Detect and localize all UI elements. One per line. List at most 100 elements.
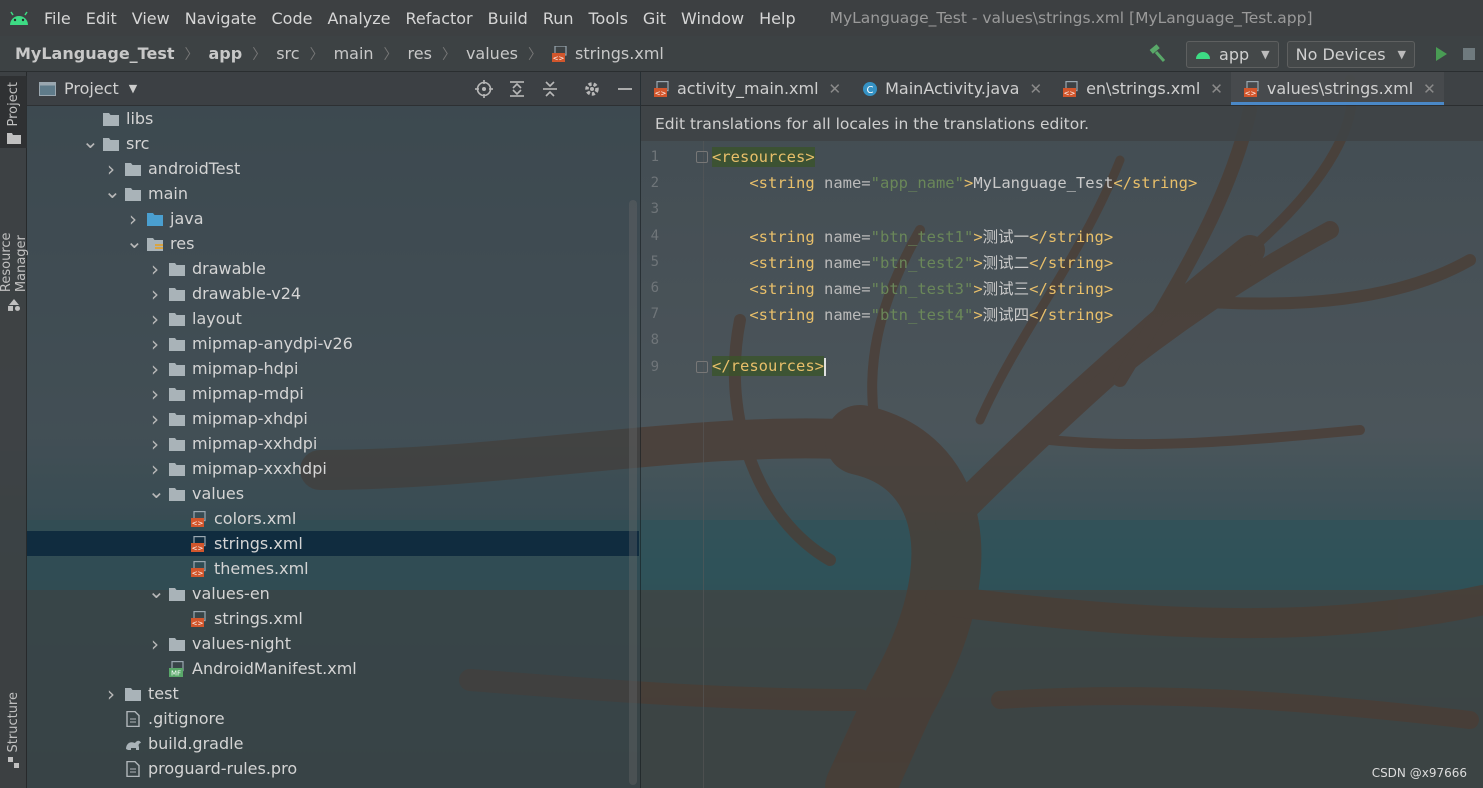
menu-code[interactable]: Code: [272, 9, 313, 28]
chevron-down-icon[interactable]: ⌄: [148, 581, 165, 601]
breadcrumb-project[interactable]: MyLanguage_Test: [15, 44, 175, 63]
menu-edit[interactable]: Edit: [86, 9, 117, 28]
code-line[interactable]: 3: [641, 196, 1483, 222]
chevron-right-icon[interactable]: ›: [104, 684, 118, 704]
project-view-selector[interactable]: Project: [64, 79, 119, 98]
editor-tab[interactable]: C MainActivity.java ✕: [849, 72, 1050, 105]
fold-marker-icon[interactable]: [696, 151, 708, 163]
chevron-down-icon[interactable]: ⌄: [82, 131, 99, 151]
run-configuration-dropdown[interactable]: app ▼: [1186, 40, 1279, 68]
tree-node[interactable]: › androidTest: [27, 156, 639, 181]
tree-node[interactable]: libs: [27, 106, 639, 131]
tree-node[interactable]: build.gradle: [27, 731, 639, 756]
chevron-right-icon[interactable]: ›: [148, 259, 162, 279]
tree-node[interactable]: ⌄ res: [27, 231, 639, 256]
tree-node[interactable]: <> strings.xml: [27, 531, 639, 556]
tree-node[interactable]: › drawable: [27, 256, 639, 281]
code-line[interactable]: 6 <string name="btn_test3">测试三</string>: [641, 275, 1483, 301]
editor-tab[interactable]: <> en\strings.xml ✕: [1050, 72, 1231, 105]
breadcrumb-file[interactable]: strings.xml: [575, 44, 664, 63]
chevron-right-icon[interactable]: ›: [148, 634, 162, 654]
translations-editor-banner[interactable]: Edit translations for all locales in the…: [641, 106, 1483, 141]
tree-node[interactable]: › drawable-v24: [27, 281, 639, 306]
chevron-right-icon[interactable]: ›: [148, 334, 162, 354]
tree-node[interactable]: ⌄ main: [27, 181, 639, 206]
tree-node[interactable]: › values-night: [27, 631, 639, 656]
tree-node[interactable]: › mipmap-xxhdpi: [27, 431, 639, 456]
collapse-all-icon[interactable]: [541, 80, 559, 98]
project-tool-tab[interactable]: Project: [0, 76, 27, 148]
chevron-down-icon[interactable]: ⌄: [126, 231, 143, 251]
build-hammer-icon[interactable]: [1148, 44, 1168, 64]
breadcrumb-src[interactable]: src: [276, 44, 299, 63]
tree-node[interactable]: <> strings.xml: [27, 606, 639, 631]
breadcrumb-res[interactable]: res: [408, 44, 432, 63]
editor-tab[interactable]: <> values\strings.xml ✕: [1230, 72, 1444, 105]
menu-window[interactable]: Window: [681, 9, 744, 28]
tree-node[interactable]: › mipmap-mdpi: [27, 381, 639, 406]
code-line[interactable]: 9 </resources>: [641, 354, 1483, 380]
tree-node[interactable]: ⌄ src: [27, 131, 639, 156]
tree-node[interactable]: <> themes.xml: [27, 556, 639, 581]
chevron-right-icon[interactable]: ›: [148, 284, 162, 304]
breadcrumb-values[interactable]: values: [466, 44, 518, 63]
menu-tools[interactable]: Tools: [589, 9, 628, 28]
code-line[interactable]: 1 <resources>: [641, 144, 1483, 170]
tree-node[interactable]: › mipmap-anydpi-v26: [27, 331, 639, 356]
code-line[interactable]: 5 <string name="btn_test2">测试二</string>: [641, 249, 1483, 275]
close-icon[interactable]: ✕: [829, 80, 842, 98]
chevron-right-icon[interactable]: ›: [148, 309, 162, 329]
tree-node[interactable]: proguard-rules.pro: [27, 756, 639, 781]
project-tree-scrollbar[interactable]: [629, 200, 637, 785]
menu-view[interactable]: View: [132, 9, 170, 28]
tree-node[interactable]: › test: [27, 681, 639, 706]
close-icon[interactable]: ✕: [1423, 80, 1436, 98]
code-line[interactable]: 8: [641, 327, 1483, 353]
chevron-right-icon[interactable]: ›: [104, 159, 118, 179]
tree-node[interactable]: › layout: [27, 306, 639, 331]
chevron-down-icon[interactable]: ▼: [129, 82, 137, 95]
tree-node[interactable]: › mipmap-xhdpi: [27, 406, 639, 431]
chevron-down-icon[interactable]: ⌄: [148, 481, 165, 501]
tree-node[interactable]: .gitignore: [27, 706, 639, 731]
chevron-down-icon[interactable]: ⌄: [104, 181, 121, 201]
tree-node[interactable]: MF AndroidManifest.xml: [27, 656, 639, 681]
gear-icon[interactable]: [583, 80, 601, 98]
locate-file-icon[interactable]: [475, 80, 493, 98]
chevron-right-icon[interactable]: ›: [148, 409, 162, 429]
menu-help[interactable]: Help: [759, 9, 795, 28]
tree-node[interactable]: ⌄ values: [27, 481, 639, 506]
breadcrumb-module[interactable]: app: [209, 44, 243, 63]
menu-run[interactable]: Run: [543, 9, 574, 28]
tree-node[interactable]: › mipmap-xxxhdpi: [27, 456, 639, 481]
close-icon[interactable]: ✕: [1210, 80, 1223, 98]
tree-node[interactable]: <> colors.xml: [27, 506, 639, 531]
menu-refactor[interactable]: Refactor: [406, 9, 473, 28]
chevron-right-icon[interactable]: ›: [148, 384, 162, 404]
tree-node[interactable]: ⌄ values-en: [27, 581, 639, 606]
chevron-right-icon[interactable]: ›: [148, 434, 162, 454]
chevron-right-icon[interactable]: ›: [148, 459, 162, 479]
minimize-icon[interactable]: [616, 80, 634, 98]
chevron-right-icon[interactable]: ›: [126, 209, 140, 229]
expand-all-icon[interactable]: [508, 80, 526, 98]
menu-navigate[interactable]: Navigate: [185, 9, 257, 28]
tree-node[interactable]: › java: [27, 206, 639, 231]
menu-git[interactable]: Git: [643, 9, 666, 28]
code-line[interactable]: 2 <string name="app_name">MyLanguage_Tes…: [641, 170, 1483, 196]
menu-file[interactable]: File: [44, 9, 71, 28]
fold-marker-icon[interactable]: [696, 360, 708, 373]
code-editor[interactable]: 1 <resources> 2 <string name="app_name">My…: [641, 141, 1483, 788]
code-line[interactable]: 4 <string name="btn_test1">测试一</string>: [641, 223, 1483, 249]
run-play-icon[interactable]: [1433, 46, 1449, 62]
menu-analyze[interactable]: Analyze: [327, 9, 390, 28]
tree-node[interactable]: › mipmap-hdpi: [27, 356, 639, 381]
breadcrumb-main[interactable]: main: [334, 44, 374, 63]
chevron-right-icon[interactable]: ›: [148, 359, 162, 379]
device-dropdown[interactable]: No Devices ▼: [1286, 40, 1415, 68]
menu-build[interactable]: Build: [488, 9, 528, 28]
resource-manager-tool-tab[interactable]: Resource Manager: [0, 172, 29, 312]
editor-tab[interactable]: <> activity_main.xml ✕: [641, 72, 849, 105]
debug-icon[interactable]: [1461, 46, 1477, 62]
close-icon[interactable]: ✕: [1029, 80, 1042, 98]
